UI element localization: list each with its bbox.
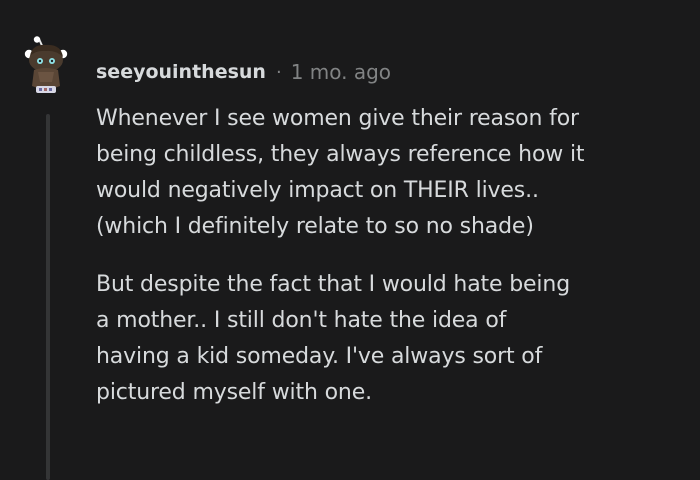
comment-line: (which I definitely relate to so no shad… bbox=[96, 214, 534, 239]
timestamp-link[interactable]: 1 mo. ago bbox=[291, 60, 391, 84]
comment-line: being childless, they always reference h… bbox=[96, 142, 585, 167]
comment-line: Whenever I see women give their reason f… bbox=[96, 106, 579, 131]
comment-line: would negatively impact on THEIR lives.. bbox=[96, 178, 539, 203]
comment-paragraph: Whenever I see women give their reason f… bbox=[96, 101, 686, 245]
comment: seeyouinthesun · 1 mo. ago Whenever I se… bbox=[0, 0, 700, 480]
comment-meta: seeyouinthesun · 1 mo. ago bbox=[96, 56, 391, 88]
meta-separator: · bbox=[275, 61, 282, 83]
comment-line: a mother.. I still don't hate the idea o… bbox=[96, 308, 507, 333]
username-link[interactable]: seeyouinthesun bbox=[96, 61, 266, 83]
thread-collapse-line[interactable] bbox=[46, 114, 50, 480]
comment-body: Whenever I see women give their reason f… bbox=[96, 101, 686, 411]
comment-line: having a kid someday. I've always sort o… bbox=[96, 344, 543, 369]
user-avatar[interactable] bbox=[18, 36, 82, 100]
comment-paragraph: But despite the fact that I would hate b… bbox=[96, 267, 686, 411]
comment-line: But despite the fact that I would hate b… bbox=[96, 272, 571, 297]
comment-line: pictured myself with one. bbox=[96, 380, 372, 405]
snoo-avatar-icon bbox=[24, 36, 68, 93]
